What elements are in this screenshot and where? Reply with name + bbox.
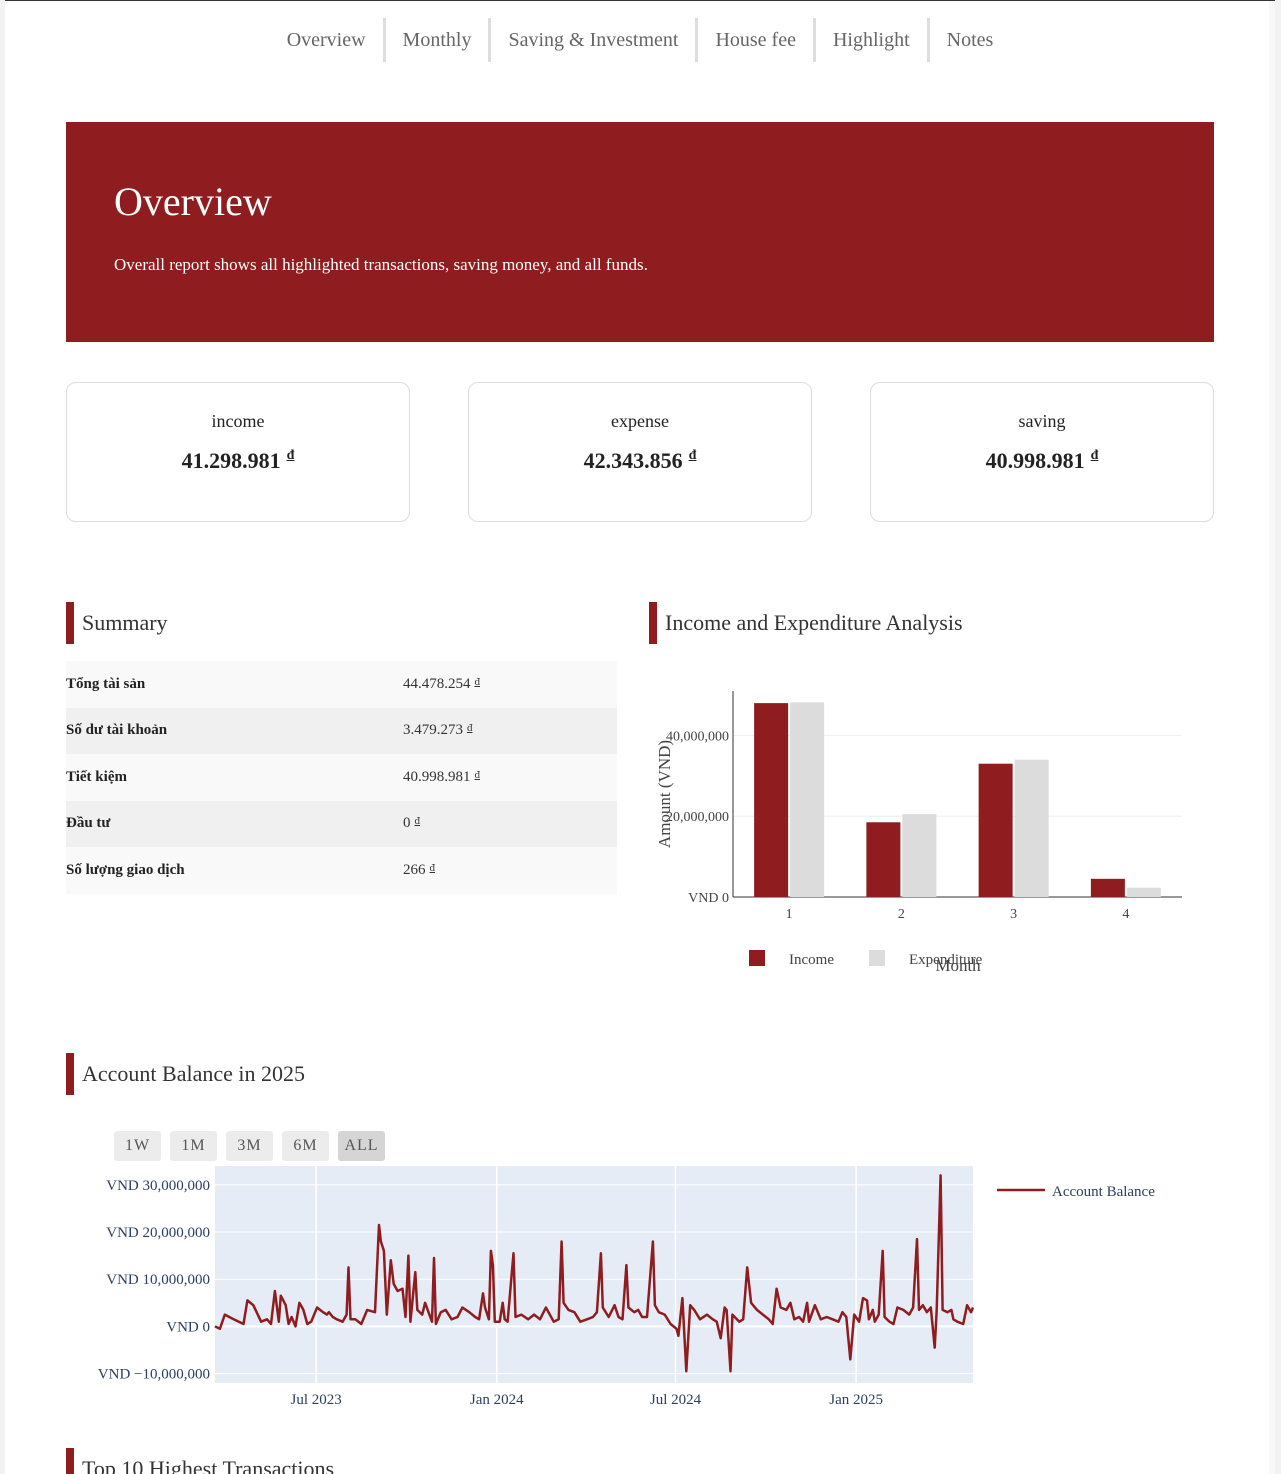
page-title: Overview xyxy=(114,179,272,224)
legend-swatch xyxy=(869,950,885,966)
bar-income xyxy=(866,822,901,897)
summary-key: Số lượng giao dịch xyxy=(66,861,185,878)
scrollbar-thumb[interactable] xyxy=(1269,1,1275,1474)
summary-value: 266 xyxy=(403,861,426,878)
expense-value-row: 42.343.856 đ xyxy=(469,448,811,474)
y-tick-label: VND −10,000,000 xyxy=(98,1367,210,1383)
y-tick-label: 20,000,000 xyxy=(666,810,729,825)
summary-value-cell: 3.479.273 đ xyxy=(403,708,617,755)
nav-notes[interactable]: Notes xyxy=(926,18,1011,62)
account-balance-chart: VND 30,000,000 VND 20,000,000 VND 10,000,0… xyxy=(98,1166,1155,1408)
summary-value-cell: 266 đ xyxy=(403,847,617,894)
summary-value-cell: 0đ xyxy=(403,801,617,848)
x-tick-label: 2 xyxy=(898,907,905,922)
income-value-row: 41.298.981 đ xyxy=(67,448,409,474)
range-button-1m[interactable]: 1M xyxy=(170,1131,217,1161)
summary-key: Tổng tài sản xyxy=(66,675,146,692)
y-tick-label: 40,000,000 xyxy=(666,729,729,744)
range-button-3m[interactable]: 3M xyxy=(226,1131,273,1161)
summary-key: Số dư tài khoản xyxy=(66,722,168,739)
table-row: Tổng tài sản 44.478.254 đ xyxy=(66,661,617,708)
y-axis-title: Amount (VND) xyxy=(655,740,674,848)
legend-label: Account Balance xyxy=(1052,1184,1155,1200)
x-tick-label: Jul 2023 xyxy=(290,1392,341,1408)
x-tick-label: 4 xyxy=(1122,907,1129,922)
summary-heading: Summary xyxy=(66,602,168,644)
y-tick-label: VND 0 xyxy=(166,1319,210,1335)
table-row: Số dư tài khoản 3.479.273 đ xyxy=(66,707,617,755)
saving-card: saving 40.998.981 đ xyxy=(870,382,1214,522)
x-tick-label: Jan 2024 xyxy=(470,1392,524,1408)
range-button-all[interactable]: ALL xyxy=(338,1131,385,1161)
summary-value-cell: 40.998.981 đ xyxy=(403,754,617,801)
legend-label: Income xyxy=(789,952,834,968)
x-tick-label: Jul 2024 xyxy=(650,1392,702,1408)
nav-saving-investment[interactable]: Saving & Investment xyxy=(488,18,695,62)
range-button-6m[interactable]: 6M xyxy=(282,1131,329,1161)
table-row: Đầu tư 0 đ xyxy=(66,800,617,848)
currency-symbol: đ xyxy=(414,815,421,828)
bar-income xyxy=(978,763,1013,897)
range-button-1w[interactable]: 1W xyxy=(114,1131,161,1161)
summary-value: 0 xyxy=(403,815,411,832)
legend-label: Expenditure xyxy=(909,952,983,968)
saving-label: saving xyxy=(1018,411,1066,431)
top-nav: Overview Monthly Saving & Investment Hou… xyxy=(5,18,1275,62)
plot-area xyxy=(215,1166,973,1383)
currency-symbol: đ xyxy=(688,448,697,463)
bar-income xyxy=(1090,878,1125,897)
nav-overview[interactable]: Overview xyxy=(270,18,383,62)
income-expenditure-chart: VND 0 20,000,000 40,000,000 1 2 3 4 Amount (VND… xyxy=(655,691,1182,975)
legend-swatch xyxy=(749,950,765,966)
table-row: Số lượng giao dịch 266 đ xyxy=(66,847,617,894)
bar-expenditure xyxy=(790,702,825,897)
bar-expenditure xyxy=(1126,887,1161,897)
expense-value: 42.343.856 xyxy=(583,448,683,473)
y-tick-label: VND 20,000,000 xyxy=(106,1225,210,1241)
summary-value: 40.998.981 xyxy=(403,768,471,785)
overview-banner: Overview Overall report shows all highli… xyxy=(66,122,1214,342)
nav-house-fee[interactable]: House fee xyxy=(695,18,813,62)
saving-value: 40.998.981 xyxy=(985,448,1085,473)
top10-heading: Top 10 Highest Transactions xyxy=(66,1448,334,1474)
x-tick-label: Jan 2025 xyxy=(829,1392,883,1408)
y-tick-label: VND 30,000,000 xyxy=(106,1178,210,1194)
page-subtitle: Overall report shows all highlighted tra… xyxy=(114,255,648,274)
nav-monthly[interactable]: Monthly xyxy=(382,18,489,62)
bar-expenditure xyxy=(1014,759,1049,897)
x-tick-label: 3 xyxy=(1010,907,1017,922)
balance-heading: Account Balance in 2025 xyxy=(66,1053,305,1095)
summary-value-cell: 44.478.254 đ xyxy=(403,661,617,708)
bar-expenditure xyxy=(902,814,937,897)
currency-symbol: đ xyxy=(474,675,481,688)
y-tick-label: VND 0 xyxy=(688,891,729,906)
currency-symbol: đ xyxy=(429,861,436,874)
income-card: income 41.298.981 đ xyxy=(66,382,410,522)
expense-label: expense xyxy=(611,411,669,431)
summary-key: Tiết kiệm xyxy=(66,768,127,785)
scrollbar[interactable] xyxy=(1269,1,1275,1474)
income-label: income xyxy=(211,411,265,431)
y-tick-label: VND 10,000,000 xyxy=(106,1272,210,1288)
summary-table: Tổng tài sản 44.478.254 đ Số dư tài khoản 3… xyxy=(66,661,617,894)
currency-symbol: đ xyxy=(467,722,473,735)
nav-highlight[interactable]: Highlight xyxy=(812,18,927,62)
expense-card: expense 42.343.856 đ xyxy=(468,382,812,522)
page: Overview Monthly Saving & Investment Hou… xyxy=(5,0,1275,1474)
bar-income xyxy=(754,703,789,897)
saving-value-row: 40.998.981 đ xyxy=(871,448,1213,474)
currency-symbol: đ xyxy=(1090,448,1099,463)
currency-symbol: đ xyxy=(474,768,481,781)
income-value: 41.298.981 xyxy=(181,448,281,473)
analysis-heading: Income and Expenditure Analysis xyxy=(649,602,963,644)
x-tick-label: 1 xyxy=(786,907,793,922)
currency-symbol: đ xyxy=(286,448,295,463)
summary-value: 44.478.254 xyxy=(403,675,471,692)
table-row: Tiết kiệm 40.998.981 đ xyxy=(66,754,617,801)
summary-key: Đầu tư xyxy=(66,815,111,832)
summary-value: 3.479.273 xyxy=(403,722,463,739)
